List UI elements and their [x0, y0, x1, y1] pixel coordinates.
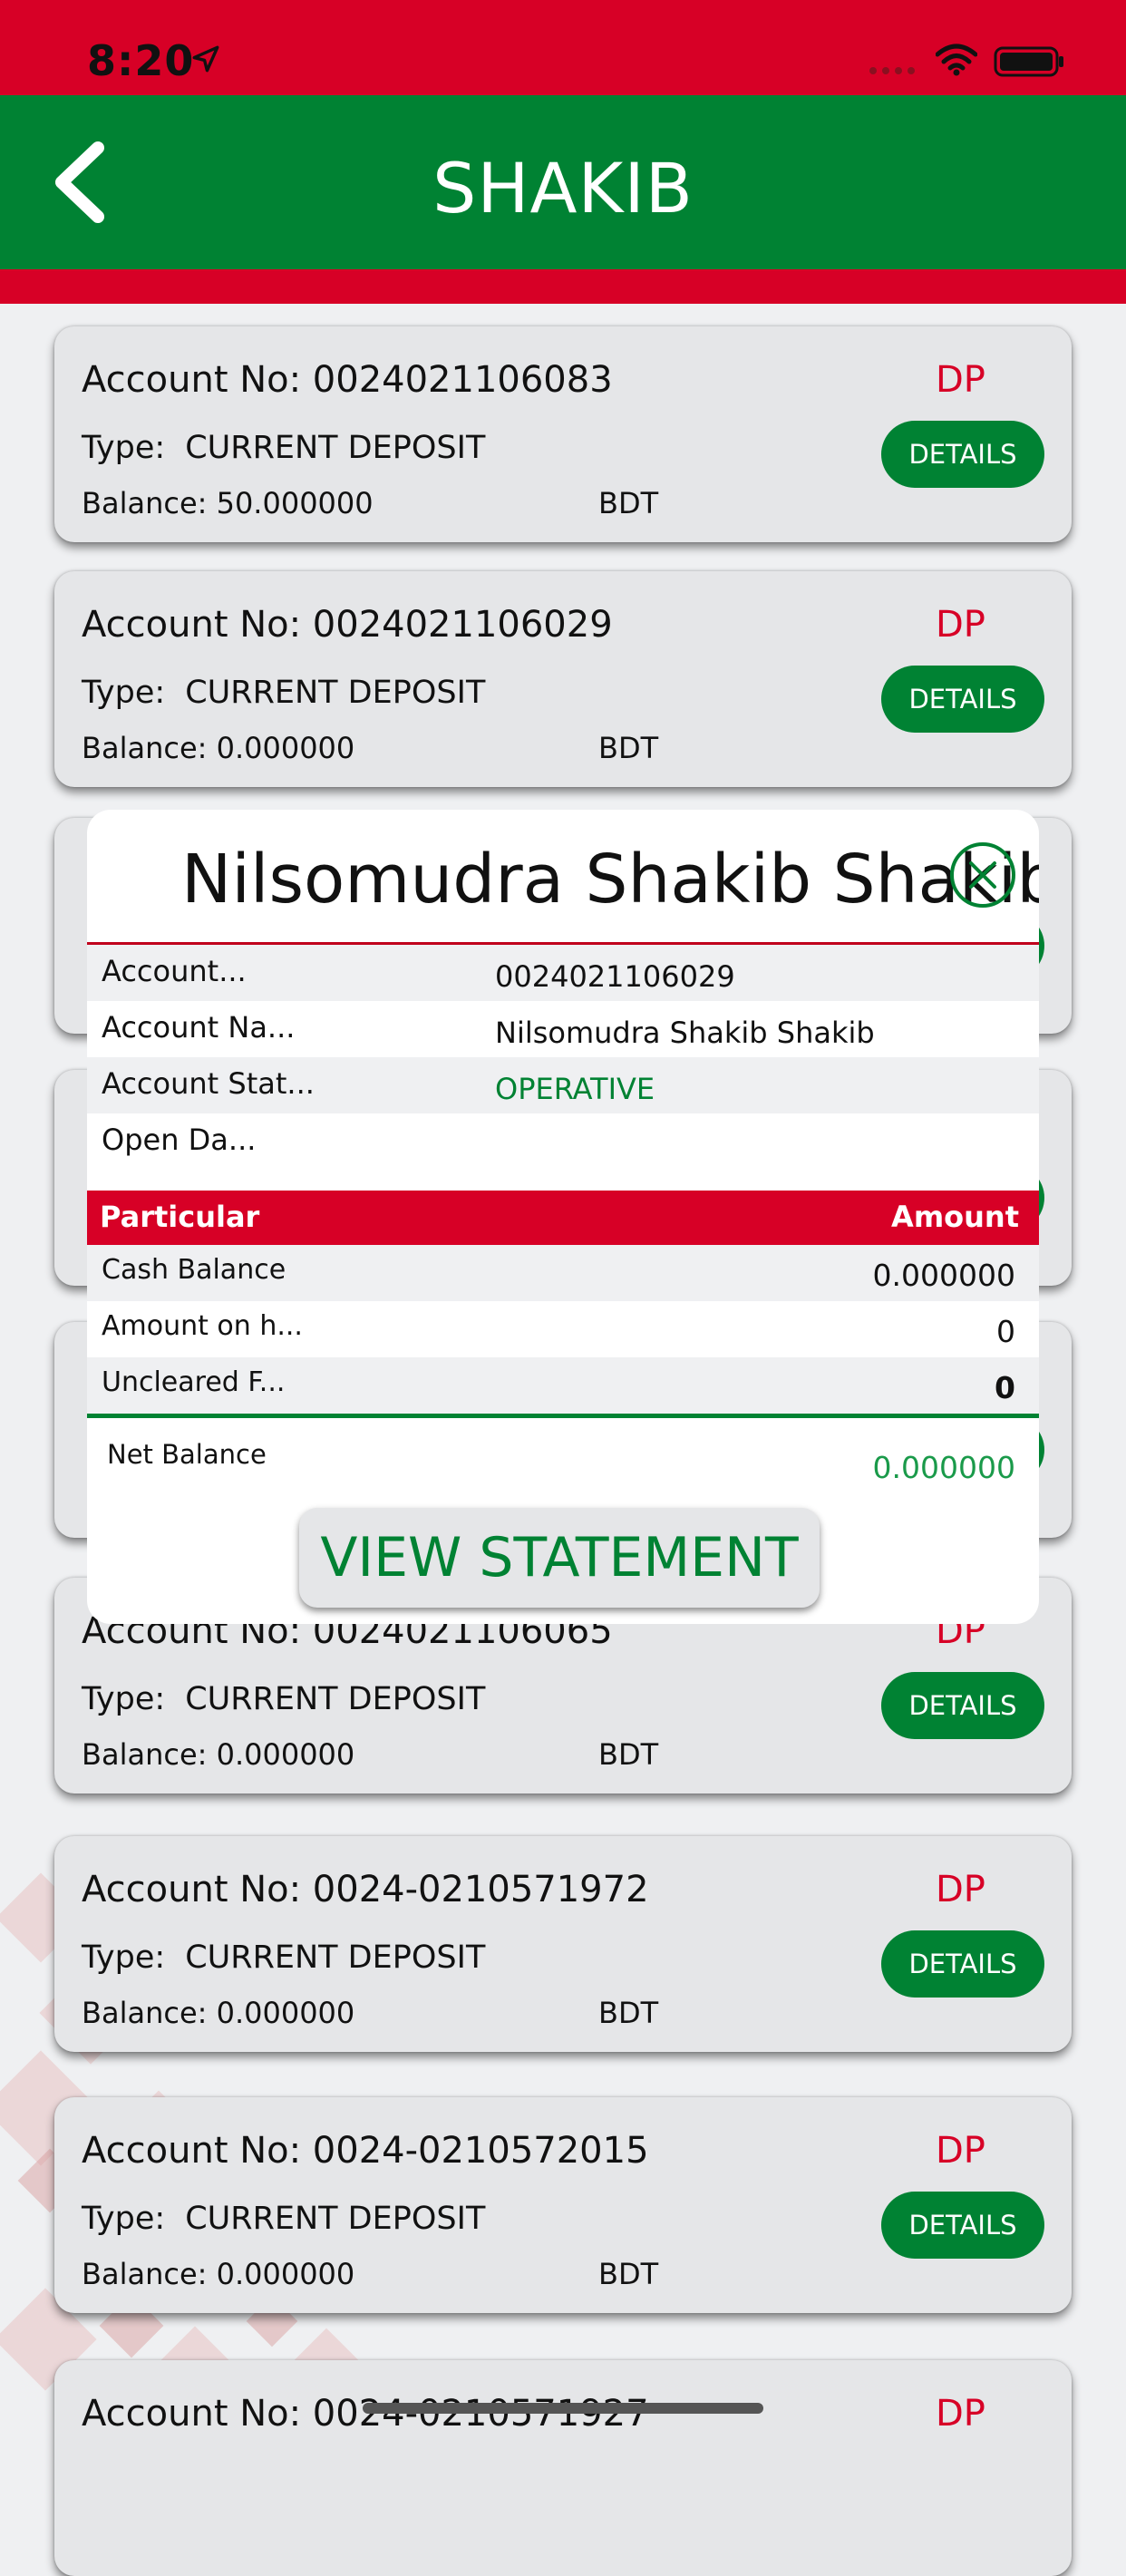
info-key: Account Na...: [102, 1010, 296, 1045]
close-icon[interactable]: [948, 841, 1017, 909]
nav-bar: SHAKIB: [0, 95, 1126, 269]
modal-title: Nilsomudra Shakib Shakib: [181, 841, 1039, 919]
account-balance: Balance: 50.000000: [82, 486, 374, 520]
account-card: Account No: 0024021106083 Type: CURRENT D…: [54, 326, 1072, 542]
info-key: Account Stat...: [102, 1066, 315, 1101]
account-details-modal: Nilsomudra Shakib Shakib Account... 0024…: [87, 810, 1039, 1624]
account-currency: BDT: [598, 486, 659, 520]
amount-row-uncleared: Uncleared F... 0: [87, 1357, 1039, 1414]
account-number: Account No: 0024-0210572015: [82, 2130, 649, 2172]
account-currency: BDT: [598, 1737, 659, 1772]
details-button[interactable]: DETAILS: [881, 1930, 1044, 1998]
account-badge: DP: [936, 604, 985, 646]
account-badge: DP: [936, 2130, 985, 2172]
header-amount: Amount: [891, 1200, 1019, 1234]
cellular-signal-icon: [869, 67, 915, 74]
info-row-account-status: Account Stat... OPERATIVE: [87, 1057, 1039, 1113]
account-type: Type: CURRENT DEPOSIT: [82, 430, 486, 466]
details-button[interactable]: DETAILS: [881, 2192, 1044, 2259]
battery-icon: [994, 46, 1063, 77]
amount-table-header: Particular Amount: [87, 1191, 1039, 1245]
details-button[interactable]: DETAILS: [881, 1672, 1044, 1739]
amount-value: 0.000000: [872, 1258, 1015, 1293]
status-value: OPERATIVE: [495, 1072, 655, 1106]
info-row-account-name: Account Na... Nilsomudra Shakib Shakib: [87, 1001, 1039, 1057]
home-indicator[interactable]: [363, 2403, 763, 2414]
account-card: Account No: 0024-0210572015 Type: CURRENT…: [54, 2097, 1072, 2313]
account-balance: Balance: 0.000000: [82, 1737, 355, 1772]
amount-key: Cash Balance: [102, 1254, 286, 1286]
status-time: 8:20: [87, 36, 195, 85]
account-type: Type: CURRENT DEPOSIT: [82, 1681, 486, 1717]
account-currency: BDT: [598, 731, 659, 765]
account-currency: BDT: [598, 1996, 659, 2030]
account-balance: Balance: 0.000000: [82, 1996, 355, 2030]
amount-value: 0: [996, 1314, 1015, 1349]
status-bar: 8:20: [0, 0, 1126, 95]
account-badge: DP: [936, 2393, 985, 2435]
account-badge: DP: [936, 1869, 985, 1910]
info-value: 0024021106029: [495, 959, 735, 994]
account-card: Account No: 0024-0210571927 DP: [54, 2360, 1072, 2576]
account-balance: Balance: 0.000000: [82, 731, 355, 765]
info-row-open-date: Open Da...: [87, 1113, 1039, 1170]
account-balance: Balance: 0.000000: [82, 2257, 355, 2291]
details-button[interactable]: DETAILS: [881, 666, 1044, 733]
account-type: Type: CURRENT DEPOSIT: [82, 675, 486, 711]
account-number: Account No: 0024-0210571972: [82, 1869, 649, 1910]
amount-key: Amount on h...: [102, 1310, 303, 1342]
view-statement-button[interactable]: VIEW STATEMENT: [299, 1508, 820, 1608]
account-type: Type: CURRENT DEPOSIT: [82, 1939, 486, 1976]
account-card: Account No: 0024021106029 Type: CURRENT D…: [54, 571, 1072, 787]
info-key: Account...: [102, 954, 247, 988]
net-divider: [87, 1414, 1039, 1418]
account-number: Account No: 0024-0210571927: [82, 2393, 649, 2435]
amount-row-on-hold: Amount on h... 0: [87, 1301, 1039, 1357]
wifi-icon: [936, 44, 977, 76]
location-arrow-icon: [192, 45, 219, 73]
info-row-account: Account... 0024021106029: [87, 945, 1039, 1001]
account-badge: DP: [936, 359, 985, 401]
account-number: Account No: 0024021106083: [82, 359, 613, 401]
header-red-band: [0, 269, 1126, 304]
details-button[interactable]: DETAILS: [881, 421, 1044, 488]
net-balance-value: 0.000000: [872, 1450, 1015, 1485]
page-title: SHAKIB: [432, 148, 694, 228]
header-particular: Particular: [100, 1200, 260, 1234]
net-balance-label: Net Balance: [107, 1439, 267, 1470]
info-value: Nilsomudra Shakib Shakib: [495, 1016, 875, 1050]
account-currency: BDT: [598, 2257, 659, 2291]
account-type: Type: CURRENT DEPOSIT: [82, 2201, 486, 2237]
account-number: Account No: 0024021106029: [82, 604, 613, 646]
amount-row-cash-balance: Cash Balance 0.000000: [87, 1245, 1039, 1301]
info-key: Open Da...: [102, 1123, 257, 1157]
amount-key: Uncleared F...: [102, 1366, 286, 1398]
amount-value: 0: [995, 1370, 1015, 1405]
account-card: Account No: 0024-0210571972 Type: CURRENT…: [54, 1836, 1072, 2052]
